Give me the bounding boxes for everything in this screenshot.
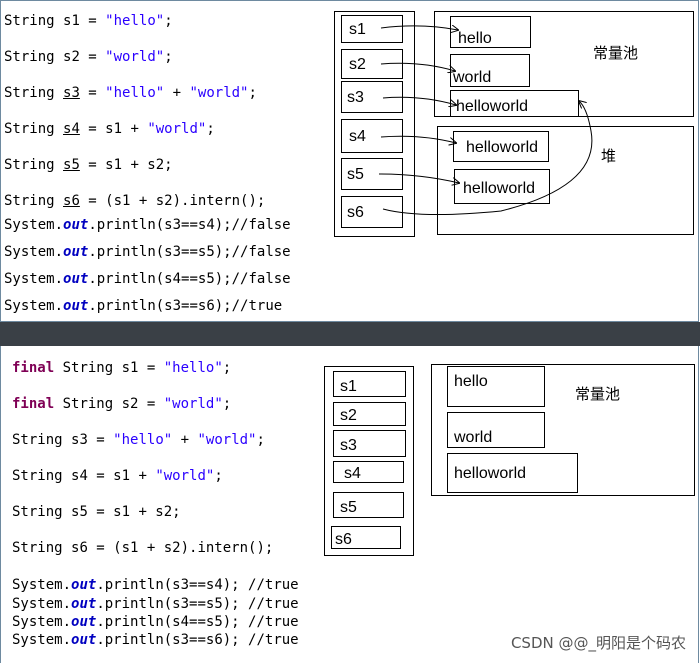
code-println-b4: System.out.println(s3==s6); //true [12, 632, 299, 648]
code-println-3: System.out.println(s4==s5);//false [4, 271, 291, 287]
pool-string-world: world [450, 54, 530, 87]
code-line-s1: String s1 = "hello"; [4, 13, 173, 29]
stack-slot-s3-b: s3 [333, 430, 406, 457]
code-println-b1: System.out.println(s3==s4); //true [12, 577, 299, 593]
constant-pool-label: 常量池 [593, 44, 639, 62]
code-line-s5-b: String s5 = s1 + s2; [12, 504, 181, 520]
stack-slot-s1: s1 [341, 15, 403, 43]
stack-slot-s2: s2 [341, 49, 403, 79]
panel-divider [0, 322, 700, 346]
heap-string-helloworld-1: helloworld [453, 131, 549, 162]
code-line-s2: String s2 = "world"; [4, 49, 173, 65]
code-line-final-s2: final String s2 = "world"; [12, 396, 232, 412]
pool-string-world-b: world [447, 412, 545, 448]
constant-pool-label-b: 常量池 [575, 385, 621, 403]
code-line-s3-b: String s3 = "hello" + "world"; [12, 432, 265, 448]
heap-string-helloworld-2: helloworld [454, 169, 550, 204]
stack-slot-s1-b: s1 [333, 371, 406, 397]
stack-slot-s4-b: s4 [333, 461, 404, 483]
stack-slot-s5-b: s5 [333, 492, 404, 518]
code-line-final-s1: final String s1 = "hello"; [12, 360, 232, 376]
pool-string-hello: hello [450, 16, 531, 48]
code-line-s5: String s5 = s1 + s2; [4, 157, 173, 173]
code-line-s6-b: String s6 = (s1 + s2).intern(); [12, 540, 274, 556]
stack-slot-s6: s6 [341, 196, 403, 228]
stack-slot-s3: s3 [341, 81, 403, 113]
code-println-b2: System.out.println(s3==s5); //true [12, 596, 299, 612]
code-println-b3: System.out.println(s4==s5); //true [12, 614, 299, 630]
code-line-s4: String s4 = s1 + "world"; [4, 121, 215, 137]
code-println-2: System.out.println(s3==s5);//false [4, 244, 291, 260]
stack-slot-s4: s4 [341, 119, 403, 153]
pool-string-helloworld-b: helloworld [447, 453, 578, 493]
heap-label: 堆 [601, 147, 617, 165]
stack-slot-s2-b: s2 [333, 402, 406, 426]
pool-string-hello-b: hello [447, 366, 545, 407]
stack-slot-s6-b: s6 [331, 526, 401, 549]
code-line-s6: String s6 = (s1 + s2).intern(); [4, 193, 266, 209]
watermark: CSDN @@_明阳是个码农 [510, 634, 686, 652]
code-println-1: System.out.println(s3==s4);//false [4, 217, 291, 233]
code-println-4: System.out.println(s3==s6);//true [4, 298, 283, 314]
code-line-s3: String s3 = "hello" + "world"; [4, 85, 257, 101]
stack-slot-s5: s5 [341, 158, 403, 190]
code-line-s4-b: String s4 = s1 + "world"; [12, 468, 223, 484]
bottom-diagram-panel: final String s1 = "hello"; final String … [0, 346, 699, 663]
pool-string-helloworld: helloworld [450, 90, 579, 117]
top-diagram-panel: String s1 = "hello"; String s2 = "world"… [0, 0, 699, 322]
